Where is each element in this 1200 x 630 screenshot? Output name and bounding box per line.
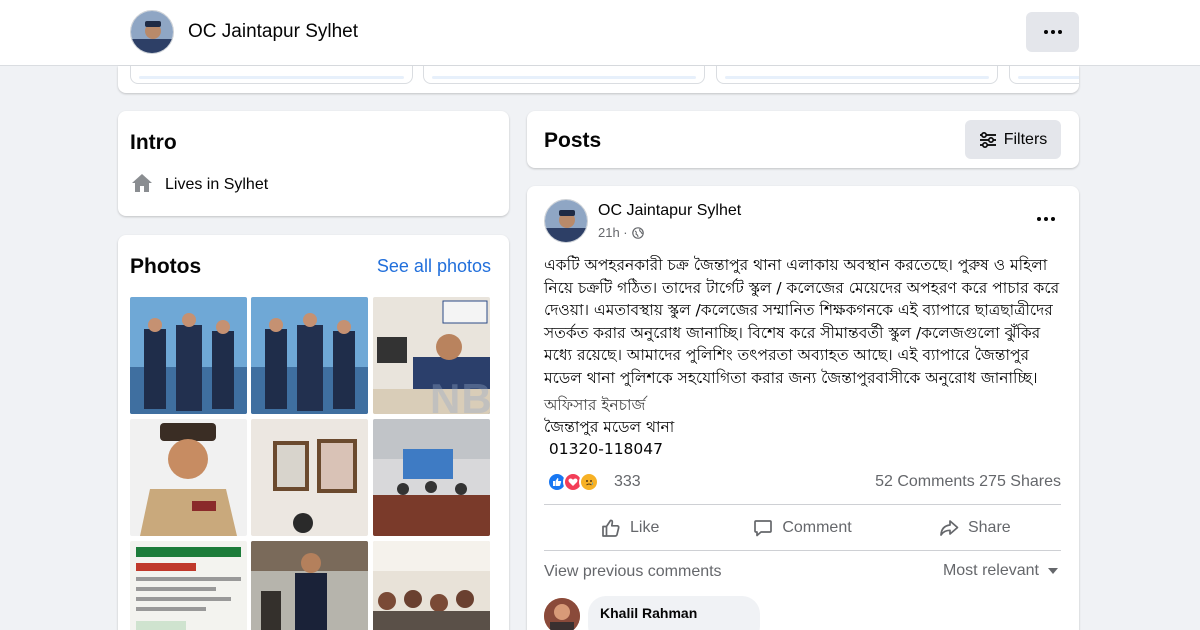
- shares-count[interactable]: 275 Shares: [979, 473, 1061, 490]
- photo-thumbnail[interactable]: [373, 541, 490, 630]
- reaction-count[interactable]: 333: [614, 473, 641, 491]
- filters-label: Filters: [1003, 130, 1048, 148]
- comment-bubble: Khalil Rahman: [588, 596, 760, 630]
- divider: [544, 504, 1061, 505]
- like-label: Like: [629, 519, 660, 536]
- watermark: NB: [430, 375, 493, 422]
- signature-station: জৈন্তাপুর মডেল থানা: [544, 418, 675, 436]
- lives-in-place[interactable]: Sylhet: [224, 176, 268, 193]
- featured-tile[interactable]: [130, 66, 413, 84]
- caret-down-icon: [1048, 568, 1058, 574]
- post-actions: Like Comment Share: [544, 509, 1061, 547]
- photo-thumbnail[interactable]: [373, 419, 490, 536]
- post-author-avatar[interactable]: [544, 199, 588, 243]
- more-horizontal-icon: [1043, 30, 1062, 34]
- photo-thumbnail[interactable]: [130, 419, 247, 536]
- home-icon: [132, 174, 152, 192]
- share-label: Share: [967, 519, 1011, 536]
- like-button[interactable]: Like: [544, 509, 716, 547]
- signature-title: অফিসার ইনচার্জ: [544, 396, 646, 414]
- sad-reaction-icon: [579, 472, 599, 492]
- commenter-avatar[interactable]: [544, 598, 580, 630]
- page-avatar[interactable]: [130, 10, 174, 54]
- view-previous-comments-link[interactable]: View previous comments: [544, 563, 722, 581]
- divider: [544, 550, 1061, 551]
- photo-thumbnail[interactable]: [251, 541, 368, 630]
- intro-card: Intro Lives in Sylhet: [118, 111, 509, 216]
- comment-icon: [754, 520, 773, 537]
- featured-tile[interactable]: [423, 66, 705, 84]
- photos-card: Photos See all photos: [118, 235, 509, 630]
- post-more-button[interactable]: [1037, 217, 1055, 221]
- post-card: OC Jaintapur Sylhet 21h · একটি অপহরনকারী…: [527, 186, 1079, 630]
- photo-thumbnail[interactable]: [130, 297, 247, 414]
- page-name[interactable]: OC Jaintapur Sylhet: [188, 21, 358, 43]
- lives-in-text: Lives in Sylhet: [165, 176, 268, 194]
- lives-in-label: Lives in: [165, 176, 220, 193]
- comment-label: Comment: [782, 519, 852, 536]
- more-options-button[interactable]: [1026, 12, 1079, 52]
- share-button[interactable]: Share: [889, 509, 1061, 547]
- signature-phone: 01320-118047: [544, 440, 663, 458]
- post-timestamp[interactable]: 21h ·: [598, 225, 628, 240]
- comment-button[interactable]: Comment: [716, 509, 888, 547]
- globe-icon: [631, 226, 644, 239]
- post-meta: 21h ·: [598, 225, 644, 240]
- comment-sort-label: Most relevant: [942, 562, 1039, 579]
- photo-thumbnail[interactable]: [251, 419, 368, 536]
- photo-thumbnail[interactable]: [251, 297, 368, 414]
- see-all-photos-link[interactable]: See all photos: [377, 256, 491, 277]
- sliders-icon: [979, 131, 996, 148]
- post-author-name[interactable]: OC Jaintapur Sylhet: [598, 202, 741, 220]
- post-body-text: একটি অপহরনকারী চক্র জৈন্তাপুর থানা এলাকা…: [544, 256, 1060, 387]
- thumbs-up-icon: [602, 519, 620, 537]
- featured-tile[interactable]: [1009, 66, 1079, 84]
- page-header: OC Jaintapur Sylhet: [0, 0, 1200, 66]
- reaction-summary: 333 52 Comments 275 Shares: [544, 470, 1061, 494]
- posts-header: Posts Filters: [527, 111, 1079, 168]
- comment-sort-dropdown[interactable]: Most relevant: [943, 562, 1059, 580]
- photo-thumbnail[interactable]: [130, 541, 247, 630]
- posts-title: Posts: [544, 129, 602, 152]
- more-horizontal-icon: [1037, 217, 1055, 221]
- filters-button[interactable]: Filters: [965, 120, 1061, 159]
- comments-count[interactable]: 52 Comments: [875, 473, 975, 490]
- reaction-icons[interactable]: [547, 472, 599, 492]
- intro-title: Intro: [130, 131, 177, 154]
- featured-tile[interactable]: [716, 66, 998, 84]
- post-signature: অফিসার ইনচার্জ জৈন্তাপুর মডেল থানা 01320…: [544, 394, 674, 460]
- featured-strip: [118, 66, 1079, 93]
- post-stats: 52 Comments 275 Shares: [875, 473, 1061, 491]
- commenter-name[interactable]: Khalil Rahman: [600, 605, 697, 621]
- photos-title: Photos: [130, 255, 202, 278]
- share-icon: [940, 520, 959, 536]
